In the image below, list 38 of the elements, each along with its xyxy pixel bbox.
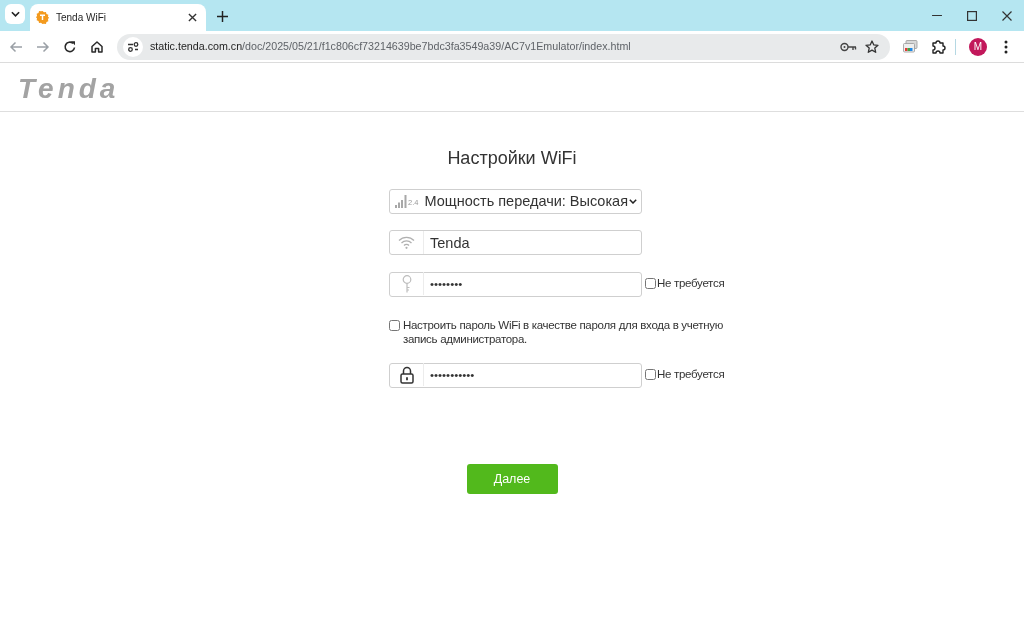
- wifi-password-input[interactable]: ••••••••: [389, 271, 642, 297]
- not-required-label[interactable]: Не требуется: [657, 365, 725, 384]
- forward-arrow-icon: [35, 39, 50, 54]
- checkbox-label[interactable]: Настроить пароль WiFi в качестве пароля для входа в учетную запись администратора.: [403, 318, 734, 346]
- wifi-icon: [398, 236, 415, 249]
- plus-icon: [216, 10, 228, 22]
- profile-button[interactable]: M: [969, 37, 987, 56]
- maximize-icon: [966, 10, 977, 21]
- key-icon: [839, 41, 857, 52]
- stacked-windows-icon: [902, 40, 918, 53]
- puzzle-icon: [930, 39, 946, 54]
- admin-password-input[interactable]: •••••••••••: [389, 362, 642, 388]
- tune-icon: [123, 36, 143, 57]
- not-required-checkbox[interactable]: [645, 278, 656, 289]
- chevron-down-icon: [10, 11, 20, 17]
- reload-icon: [62, 39, 77, 54]
- page-title: Настройки WiFi: [446, 147, 578, 169]
- home-icon: [89, 39, 104, 54]
- favicon-icon: [36, 11, 49, 24]
- caret-icon: [629, 199, 637, 204]
- logo: Tenda: [18, 75, 120, 103]
- key-icon: [401, 274, 412, 293]
- back-arrow-icon: [8, 39, 23, 54]
- minimize-icon: [931, 14, 942, 17]
- wifi-name-input[interactable]: Tenda: [389, 230, 642, 255]
- not-required-label[interactable]: Не требуется: [657, 274, 725, 293]
- signal-bars-icon: [395, 195, 407, 208]
- site-info-button[interactable]: [121, 34, 145, 59]
- not-required-checkbox[interactable]: [645, 369, 656, 380]
- admin-password-checkbox[interactable]: [389, 320, 400, 331]
- browser-tab[interactable]: Tenda WiFi: [30, 4, 206, 31]
- url-text[interactable]: static.tenda.com.cn/doc/2025/05/21/f1c806cf73214639be7bdc3fa3549a39/AC7v1Emulator/index.html: [145, 38, 836, 55]
- close-icon: [1001, 10, 1012, 21]
- star-icon: [865, 39, 879, 54]
- tab-search-button[interactable]: [5, 4, 25, 24]
- close-icon: [187, 13, 197, 22]
- lock-icon: [399, 365, 414, 384]
- more-vertical-icon: [1004, 39, 1008, 54]
